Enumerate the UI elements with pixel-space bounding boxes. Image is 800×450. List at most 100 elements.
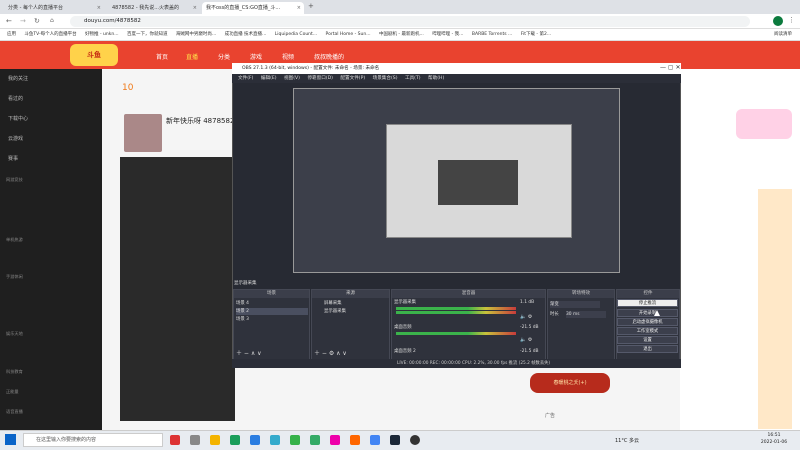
scene-item[interactable]: 场景 3 <box>236 316 249 323</box>
transition-select[interactable]: 渐变 <box>550 301 600 308</box>
avatar[interactable] <box>773 16 783 26</box>
bookmark[interactable]: 好物推 - unkn... <box>85 29 118 40</box>
sidebar-group[interactable]: 娱乐天地 <box>6 331 23 337</box>
scene-controls-icon[interactable]: ＋ − ∧ ∨ <box>236 350 262 357</box>
studio-mode-button[interactable]: 工作室模式 <box>617 327 678 335</box>
chrome-icon[interactable] <box>370 435 380 445</box>
sidebar-group[interactable]: 网游竞技 <box>6 177 23 183</box>
mixer-dock: 混音器 显示器采集 1.1 dB 🔈 ⚙ 桌面音频 -21.5 dB 🔈 ⚙ 桌… <box>391 289 546 368</box>
stop-streaming-button[interactable]: 停止推流 <box>617 299 678 307</box>
browser-tab[interactable]: 4878582 - 我先说...火表盖的 × <box>108 2 200 14</box>
sidebar-item-download[interactable]: 下载中心 <box>8 115 28 122</box>
menu-help[interactable]: 帮助(H) <box>428 74 444 83</box>
settings-button[interactable]: 设置 <box>617 336 678 344</box>
menu-tools[interactable]: 工具(T) <box>405 74 421 83</box>
app-icon[interactable] <box>330 435 340 445</box>
menu-view[interactable]: 视图(V) <box>284 74 300 83</box>
sidebar-group[interactable]: 手游休闲 <box>6 274 23 280</box>
sidebar-item-cloudgame[interactable]: 云游戏 <box>8 135 23 142</box>
forward-icon[interactable]: → <box>20 17 26 25</box>
sidebar-group[interactable]: 科技教育 <box>6 369 23 375</box>
preview-nested-obs <box>438 160 518 205</box>
video-player[interactable] <box>120 157 235 421</box>
new-tab-icon[interactable]: + <box>308 2 314 10</box>
sidebar-item-esports[interactable]: 赛事 <box>8 155 18 162</box>
close-icon[interactable]: × <box>193 2 197 14</box>
bookmarks-bar: 应用 斗鱼TV-每个人的直播平台 好物推 - unkn... 百度一下，你就知道… <box>0 29 800 41</box>
mixer-track-level: -21.5 dB <box>520 349 539 354</box>
windows-start-icon[interactable] <box>5 434 16 445</box>
scene-item-selected[interactable]: 场景 2 <box>236 308 308 315</box>
sidebar-group[interactable]: 单机热游 <box>6 237 23 243</box>
scene-item[interactable]: 场景 4 <box>236 300 249 307</box>
sidebar-group[interactable]: 语音直播 <box>6 409 23 415</box>
promo-banner[interactable] <box>736 109 792 139</box>
close-icon[interactable]: × <box>97 2 101 14</box>
app-icon[interactable] <box>190 435 200 445</box>
menu-scene-collection[interactable]: 场景集合(S) <box>373 74 398 83</box>
bookmark[interactable]: 哔哩哔哩 - 我... <box>432 29 463 40</box>
bookmark[interactable]: 百度一下，你就知道 <box>127 29 168 40</box>
nav-extra[interactable]: 叔叔晚播的 <box>314 52 344 61</box>
virtual-camera-button[interactable]: 启动虚拟摄像机 <box>617 318 678 326</box>
wechat-icon[interactable] <box>290 435 300 445</box>
app-icon[interactable] <box>310 435 320 445</box>
bookmark[interactable]: Fit下载 - 第2... <box>521 29 551 40</box>
nav-live[interactable]: 直播 <box>186 52 198 61</box>
more-menu-icon[interactable]: ⋮ <box>788 16 795 24</box>
menu-docks[interactable]: 停靠窗口(D) <box>307 74 333 83</box>
mixer-track-level: 1.1 dB <box>520 300 535 305</box>
close-icon[interactable]: × <box>297 2 301 14</box>
ad-banner[interactable]: 春暖桃之夭(+) <box>530 373 610 393</box>
obs-icon[interactable] <box>410 435 420 445</box>
source-controls-icon[interactable]: ＋ − ⚙ ∧ ∨ <box>314 350 347 357</box>
steam-icon[interactable] <box>390 435 400 445</box>
gift-banner[interactable] <box>758 189 792 429</box>
app-icon[interactable] <box>270 435 280 445</box>
mute-icon[interactable]: 🔈 ⚙ <box>520 314 532 321</box>
folder-icon[interactable] <box>210 435 220 445</box>
bookmark[interactable]: Liquipedia Count... <box>275 29 317 40</box>
start-recording-button[interactable]: 开始录制 <box>617 309 678 317</box>
bookmark[interactable]: BARBE Torrents ... <box>472 29 512 40</box>
reload-icon[interactable]: ↻ <box>34 17 40 25</box>
source-item[interactable]: 显示器采集 <box>324 308 346 315</box>
back-icon[interactable]: ← <box>6 17 12 25</box>
exit-button[interactable]: 退出 <box>617 345 678 353</box>
bookmark[interactable]: Portal Home - Sun... <box>326 29 371 40</box>
browser-tab[interactable]: 分类 - 每个人的直播平台 × <box>4 2 104 14</box>
bookmark[interactable]: 海贼网中男巅时尚... <box>176 29 216 40</box>
menu-edit[interactable]: 编辑(E) <box>261 74 277 83</box>
bookmark[interactable]: 斗鱼TV-每个人的直播平台 <box>24 29 76 40</box>
app-icon[interactable] <box>170 435 180 445</box>
nav-home[interactable]: 首页 <box>156 52 168 61</box>
sidebar-item-history[interactable]: 看过的 <box>8 95 23 102</box>
menu-profile[interactable]: 配置文件(P) <box>340 74 365 83</box>
mute-icon[interactable]: 🔈 ⚙ <box>520 337 532 344</box>
source-item[interactable]: 屏幕采集 <box>324 300 342 307</box>
taskbar-clock[interactable]: 16:51 2022-01-06 <box>752 432 796 446</box>
clock-time: 16:51 <box>767 433 781 438</box>
taskbar-search-input[interactable]: 在这里输入你要搜索的内容 <box>23 433 163 447</box>
nav-game[interactable]: 游戏 <box>250 52 262 61</box>
app-icon[interactable] <box>350 435 360 445</box>
sidebar-group[interactable]: 正能量 <box>6 389 19 395</box>
app-icon[interactable] <box>250 435 260 445</box>
reading-list[interactable]: 阅读清单 <box>774 29 792 40</box>
edge-icon[interactable] <box>230 435 240 445</box>
sidebar-item-follow[interactable]: 我的关注 <box>8 75 28 82</box>
bookmark[interactable]: 成功直播 技术直播... <box>225 29 267 40</box>
nav-category[interactable]: 分类 <box>218 52 230 61</box>
bookmark[interactable]: 应用 <box>7 29 16 40</box>
address-bar-row: ← → ↻ ⌂ douyu.com/4878582 ⋮ <box>0 14 800 29</box>
url-input[interactable]: douyu.com/4878582 <box>70 16 750 27</box>
nav-video[interactable]: 视频 <box>282 52 294 61</box>
duration-input[interactable]: 30 ms <box>566 311 606 318</box>
bookmark[interactable]: 中国剧机 - 最新跑机... <box>379 29 424 40</box>
window-controls-icon[interactable]: — ▢ ✕ <box>660 64 681 71</box>
douyu-logo[interactable]: 斗鱼 <box>70 44 118 66</box>
home-icon[interactable]: ⌂ <box>50 17 54 24</box>
menu-file[interactable]: 文件(F) <box>238 74 253 83</box>
browser-tab-active[interactable]: 我不oss的直播_CS:GO直播_斗... × <box>202 2 304 14</box>
streamer-avatar[interactable] <box>124 114 162 152</box>
